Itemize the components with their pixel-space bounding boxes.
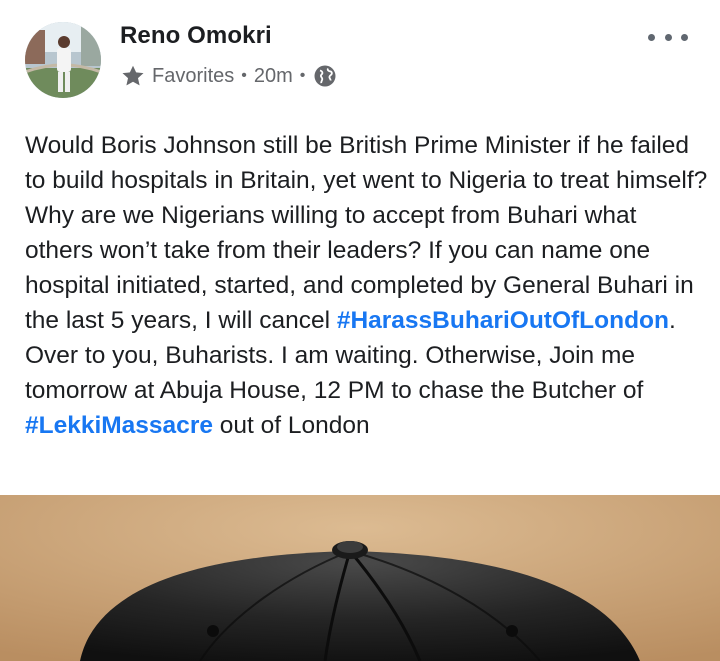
dot-icon xyxy=(664,33,672,41)
separator-dot: • xyxy=(241,67,247,84)
globe-icon[interactable] xyxy=(313,64,337,88)
dot-icon xyxy=(648,33,655,41)
post-header: Reno Omokri Favorites • 20m • xyxy=(0,0,720,110)
more-options-icon[interactable] xyxy=(648,28,688,46)
avatar[interactable] xyxy=(25,22,101,98)
cap-photo xyxy=(0,495,720,661)
dot-icon xyxy=(681,33,688,41)
separator-dot: • xyxy=(299,67,306,84)
post-text: Would Boris Johnson still be British Pri… xyxy=(25,128,710,443)
author-name[interactable]: Reno Omokri xyxy=(120,22,272,50)
post-time[interactable]: 20m xyxy=(254,65,293,88)
avatar-image xyxy=(25,22,101,98)
hashtag-link[interactable]: #HarassBuhariOutOfLondon xyxy=(337,307,669,334)
hashtag-link[interactable]: #LekkiMassacre xyxy=(25,412,213,439)
post-text-part: Would Boris Johnson still be British Pri… xyxy=(25,132,708,334)
audience-label[interactable]: Favorites xyxy=(152,65,234,88)
post-text-part: out of London xyxy=(212,412,370,439)
post-photo[interactable] xyxy=(0,495,720,661)
star-icon xyxy=(120,63,146,89)
post-meta: Favorites • 20m • xyxy=(120,62,337,90)
